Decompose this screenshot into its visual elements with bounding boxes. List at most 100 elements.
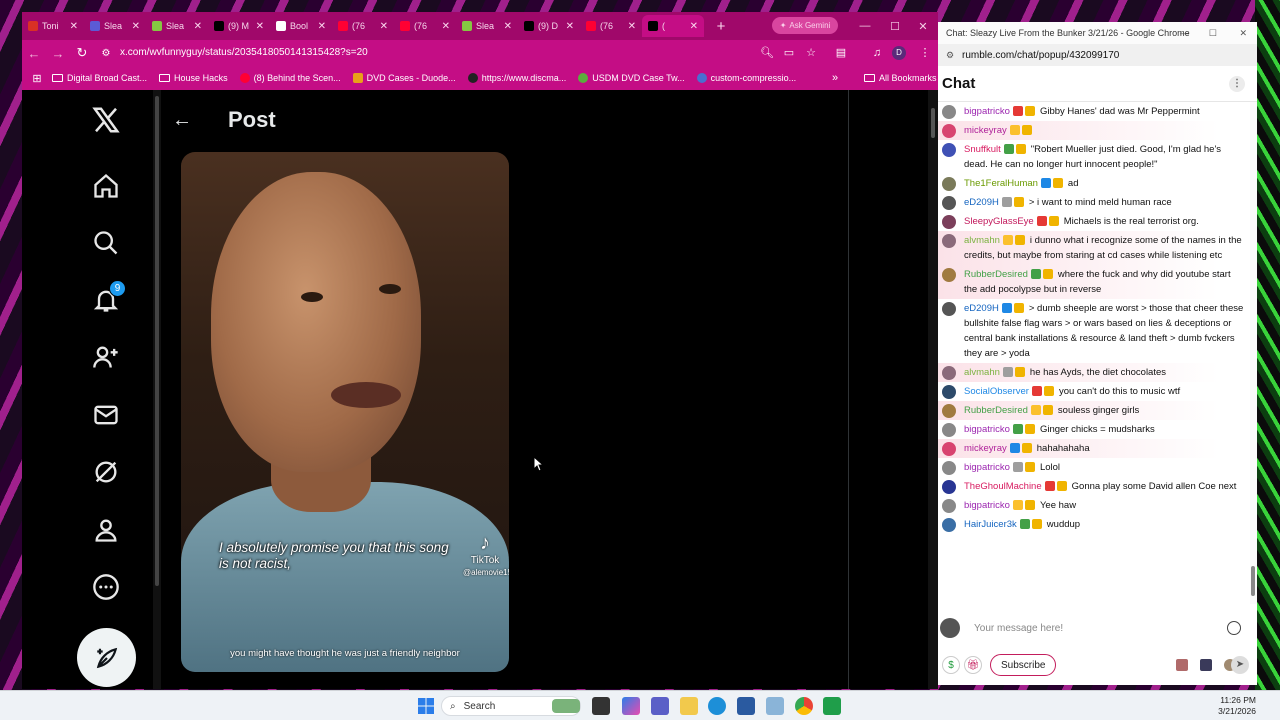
emote-icon[interactable]: [1200, 659, 1213, 671]
profile-icon[interactable]: [90, 514, 122, 546]
search-icon[interactable]: [90, 227, 122, 259]
close-window-button[interactable]: ✕: [1239, 28, 1247, 39]
chat-username[interactable]: RubberDesired: [964, 405, 1028, 416]
chat-username[interactable]: alvmahn: [964, 367, 1000, 378]
maximize-button[interactable]: ☐: [880, 12, 910, 40]
bookmark-item[interactable]: USDM DVD Case Tw...: [578, 73, 685, 83]
address-bar[interactable]: x.com/wvfunnyguy/status/2035418050141315…: [120, 44, 760, 62]
bookmark-star-icon[interactable]: ☆: [802, 44, 820, 62]
teams-icon[interactable]: [651, 697, 669, 715]
grok-icon[interactable]: [90, 456, 122, 488]
close-tab-icon[interactable]: ✕: [442, 21, 450, 32]
send-icon[interactable]: ➤: [1231, 656, 1249, 674]
bookmark-item[interactable]: https://www.discma...: [467, 73, 566, 83]
browser-tab[interactable]: (76 ✕: [394, 15, 456, 37]
bookmark-item[interactable]: (8) Behind the Scen...: [239, 73, 341, 83]
file-explorer-icon[interactable]: [680, 697, 698, 715]
reload-icon[interactable]: ↻: [70, 45, 94, 61]
chat-username[interactable]: bigpatricko: [964, 462, 1010, 473]
ask-gemini-button[interactable]: ✦ Ask Gemini: [772, 17, 838, 34]
video-player[interactable]: I absolutely promise you that this song …: [181, 152, 509, 672]
browser-tab[interactable]: (9) D ✕: [518, 15, 580, 37]
rumble-app-icon[interactable]: [823, 697, 841, 715]
back-icon[interactable]: ←: [22, 46, 46, 61]
side-panel-icon[interactable]: ▤: [832, 44, 850, 62]
chat-username[interactable]: bigpatricko: [964, 106, 1010, 117]
app-icon[interactable]: [766, 697, 784, 715]
user-avatar[interactable]: [942, 302, 956, 316]
chrome-menu-icon[interactable]: ⋮: [916, 44, 934, 62]
taskbar-search[interactable]: ⌕ Search: [441, 696, 581, 716]
cast-icon[interactable]: ▭: [780, 44, 798, 62]
gift-icon[interactable]: 🎁︎: [964, 656, 982, 674]
chat-scrollbar[interactable]: [1250, 102, 1257, 604]
user-avatar[interactable]: [942, 423, 956, 437]
bookmark-item[interactable]: Digital Broad Cast...: [52, 73, 147, 83]
browser-tab[interactable]: (76 ✕: [580, 15, 642, 37]
bookmark-item[interactable]: House Hacks: [159, 73, 228, 83]
all-bookmarks[interactable]: All Bookmarks: [864, 73, 937, 83]
user-avatar[interactable]: [942, 404, 956, 418]
user-avatar[interactable]: [942, 385, 956, 399]
chat-username[interactable]: HairJuicer3k: [964, 519, 1017, 530]
minimize-button[interactable]: —: [850, 12, 880, 40]
chat-username[interactable]: bigpatricko: [964, 500, 1010, 511]
browser-tab[interactable]: (✕: [642, 15, 704, 37]
home-icon[interactable]: [90, 170, 122, 202]
close-window-button[interactable]: ✕: [908, 12, 938, 40]
subscribe-button[interactable]: Subscribe: [990, 654, 1057, 676]
browser-tab[interactable]: Slea ✕: [456, 15, 518, 37]
user-avatar[interactable]: [942, 143, 956, 157]
user-avatar[interactable]: [942, 215, 956, 229]
close-tab-icon[interactable]: ✕: [132, 21, 140, 32]
user-avatar[interactable]: [942, 480, 956, 494]
emoji-icon[interactable]: [1227, 621, 1241, 635]
copilot-icon[interactable]: [622, 697, 640, 715]
maximize-button[interactable]: ☐: [1209, 28, 1217, 39]
follow-person-icon[interactable]: [90, 341, 122, 373]
browser-tab[interactable]: (76 ✕: [332, 15, 394, 37]
chat-username[interactable]: eD209H: [964, 303, 999, 314]
chat-username[interactable]: mickeyray: [964, 443, 1007, 454]
close-tab-icon[interactable]: ✕: [194, 21, 202, 32]
media-controls-icon[interactable]: ♫: [868, 44, 886, 62]
new-tab-button[interactable]: +: [710, 18, 732, 35]
browser-tab[interactable]: Toni ✕: [22, 15, 84, 37]
chat-username[interactable]: eD209H: [964, 197, 999, 208]
chat-username[interactable]: SocialObserver: [964, 386, 1029, 397]
minimize-button[interactable]: —: [1180, 28, 1189, 38]
user-avatar[interactable]: [942, 268, 956, 282]
dollar-rant-icon[interactable]: $: [942, 656, 960, 674]
user-avatar[interactable]: [942, 518, 956, 532]
sidebar-scrollbar[interactable]: [153, 90, 161, 689]
system-clock[interactable]: 11:26 PM 3/21/2026: [1218, 695, 1256, 717]
close-tab-icon[interactable]: ✕: [380, 21, 388, 32]
start-windows-icon[interactable]: [417, 697, 435, 715]
user-avatar[interactable]: [942, 366, 956, 380]
more-options-icon[interactable]: [90, 571, 122, 603]
messages-mail-icon[interactable]: [90, 399, 122, 431]
user-avatar[interactable]: [942, 196, 956, 210]
zoom-icon[interactable]: 🔍︎: [758, 44, 776, 62]
chat-username[interactable]: alvmahn: [964, 235, 1000, 246]
chat-username[interactable]: Snuffkult: [964, 144, 1001, 155]
site-info-icon[interactable]: ⚙: [94, 48, 118, 59]
close-tab-icon[interactable]: ✕: [256, 21, 264, 32]
chat-username[interactable]: bigpatricko: [964, 424, 1010, 435]
profile-avatar[interactable]: D: [892, 46, 906, 60]
store-icon[interactable]: [737, 697, 755, 715]
user-avatar[interactable]: [942, 234, 956, 248]
close-tab-icon[interactable]: ✕: [70, 21, 78, 32]
more-bookmarks-icon[interactable]: »: [832, 72, 838, 84]
user-avatar[interactable]: [942, 499, 956, 513]
user-avatar[interactable]: [942, 442, 956, 456]
emote-icon[interactable]: [1176, 659, 1189, 671]
browser-tab[interactable]: (9) M ✕: [208, 15, 270, 37]
chat-username[interactable]: mickeyray: [964, 125, 1007, 136]
apps-grid-icon[interactable]: ⊞: [22, 72, 52, 85]
chat-username[interactable]: TheGhoulMachine: [964, 481, 1042, 492]
chrome-icon[interactable]: [795, 697, 813, 715]
close-tab-icon[interactable]: ✕: [566, 21, 574, 32]
browser-tab[interactable]: Slea ✕: [84, 15, 146, 37]
edge-icon[interactable]: [708, 697, 726, 715]
